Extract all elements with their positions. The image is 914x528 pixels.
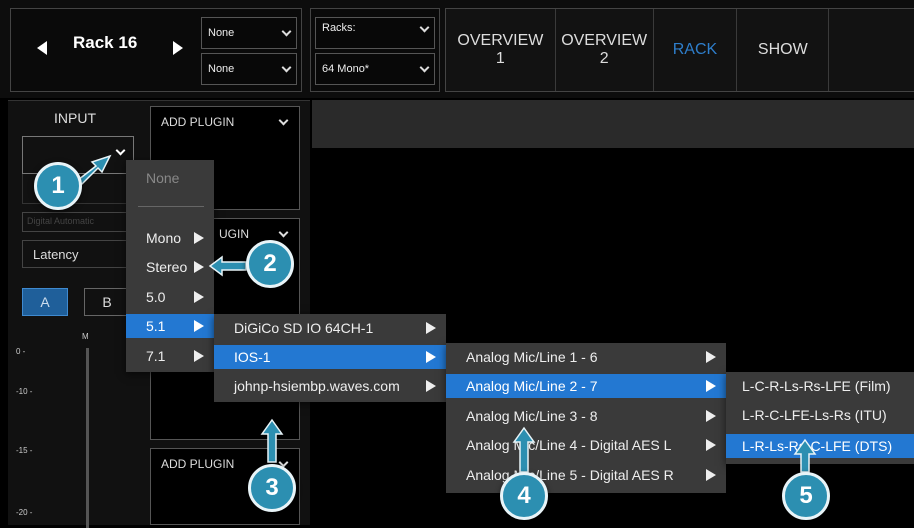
callout-2: 2 — [246, 240, 294, 288]
callout-1: 1 — [34, 162, 82, 210]
callout-4: 4 — [500, 472, 548, 520]
callout-3: 3 — [248, 464, 296, 512]
arrow-3-icon — [260, 418, 284, 463]
arrow-2-icon — [208, 255, 247, 277]
arrow-5-icon — [793, 438, 817, 473]
callout-arrows — [76, 154, 817, 473]
arrow-4-icon — [512, 426, 536, 473]
callout-5: 5 — [782, 472, 830, 520]
arrow-1-icon — [76, 154, 112, 186]
